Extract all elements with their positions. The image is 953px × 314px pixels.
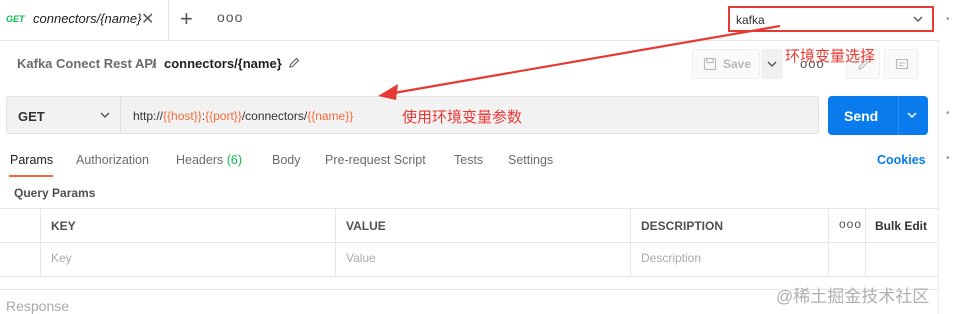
- headers-count: (6): [226, 153, 243, 167]
- watermark: @稀土掘金技术社区: [776, 287, 930, 306]
- column-header-value: VALUE: [346, 219, 386, 233]
- tab-body[interactable]: Body: [272, 153, 301, 167]
- tab-headers-label: Headers: [176, 153, 224, 167]
- tab-headers[interactable]: Headers (6): [176, 153, 242, 167]
- bulk-edit-button[interactable]: Bulk Edit: [875, 219, 927, 233]
- right-sidebar: [938, 40, 953, 314]
- response-label[interactable]: Response: [6, 298, 69, 314]
- query-params-title: Query Params: [14, 186, 96, 200]
- value-input[interactable]: Value: [346, 251, 376, 265]
- column-header-description: DESCRIPTION: [641, 219, 724, 233]
- active-tab-indicator: [9, 175, 53, 177]
- column-options-icon[interactable]: ooo: [839, 217, 862, 231]
- sidebar-toggle-icon[interactable]: •: [946, 153, 950, 164]
- tab-settings[interactable]: Settings: [508, 153, 553, 167]
- column-header-key: KEY: [51, 219, 76, 233]
- table-header-row: [0, 209, 938, 243]
- tab-params[interactable]: Params: [10, 153, 53, 167]
- column-divider: [630, 209, 631, 276]
- sidebar-toggle-icon[interactable]: •: [946, 108, 950, 119]
- description-input[interactable]: Description: [641, 251, 701, 265]
- column-divider: [335, 209, 336, 276]
- tab-prerequest-script[interactable]: Pre-request Script: [325, 153, 426, 167]
- key-input[interactable]: Key: [51, 251, 72, 265]
- sidebar-toggle-icon[interactable]: •: [946, 14, 950, 25]
- tab-tests[interactable]: Tests: [454, 153, 483, 167]
- column-divider: [865, 209, 866, 276]
- annotation-env-select: 环境变量选择: [785, 48, 876, 65]
- params-table: KEY VALUE DESCRIPTION ooo Bulk Edit Key …: [0, 208, 938, 277]
- column-divider: [40, 209, 41, 276]
- cookies-link[interactable]: Cookies: [877, 153, 926, 167]
- annotation-env-vars: 使用环境变量参数: [402, 109, 523, 126]
- tab-authorization[interactable]: Authorization: [76, 153, 149, 167]
- column-divider: [828, 209, 829, 276]
